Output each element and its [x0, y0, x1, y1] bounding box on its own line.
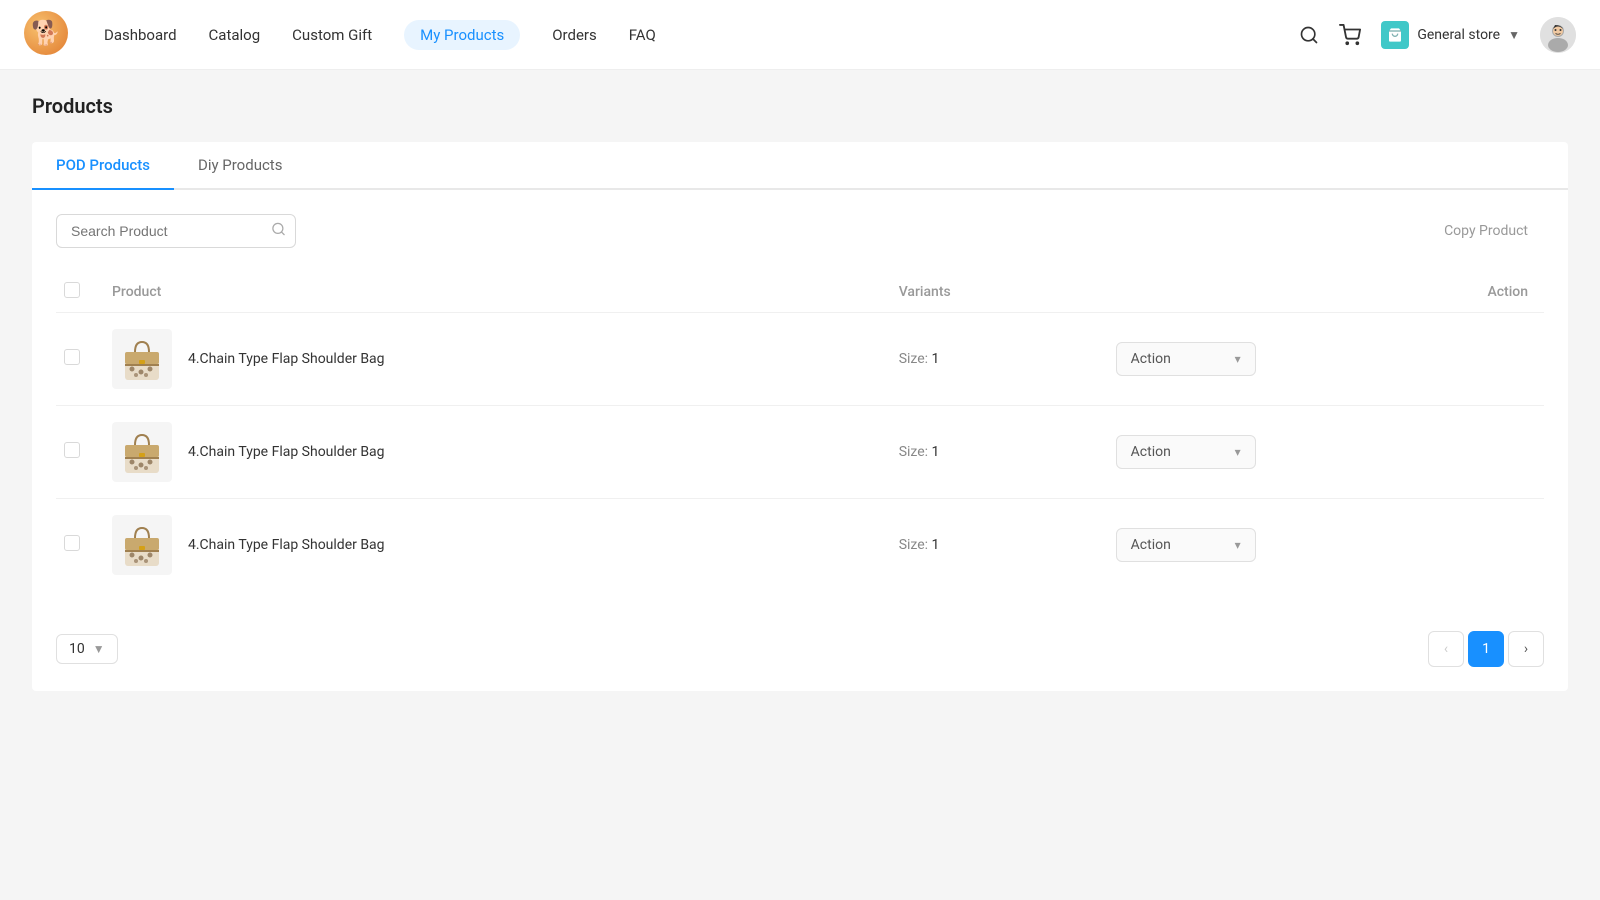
row-checkbox-0[interactable]	[64, 349, 80, 365]
main-content: Products POD Products Diy Products Copy …	[0, 70, 1600, 900]
nav-faq[interactable]: FAQ	[629, 22, 656, 48]
row-action-cell: Action ▾	[1100, 499, 1544, 592]
copy-product-button[interactable]: Copy Product	[1428, 215, 1544, 247]
row-checkbox-cell	[56, 313, 96, 406]
row-variants-cell: Size: 1	[883, 406, 1100, 499]
cart-icon[interactable]	[1339, 24, 1361, 46]
row-product-cell: 4.Chain Type Flap Shoulder Bag	[96, 406, 883, 499]
tab-diy-products[interactable]: Diy Products	[174, 142, 307, 190]
logo[interactable]: 🐕	[24, 11, 72, 59]
row-checkbox-2[interactable]	[64, 535, 80, 551]
page-1-button[interactable]: 1	[1468, 631, 1504, 667]
product-image-1	[112, 422, 172, 482]
pagination-controls: ‹ 1 ›	[1428, 631, 1544, 667]
col-checkbox	[56, 272, 96, 313]
row-checkbox-1[interactable]	[64, 442, 80, 458]
action-dropdown-1[interactable]: Action ▾	[1116, 435, 1256, 469]
row-checkbox-cell	[56, 499, 96, 592]
header-right: General store ▼	[1299, 17, 1576, 53]
action-dropdown-0[interactable]: Action ▾	[1116, 342, 1256, 376]
row-product-cell: 4.Chain Type Flap Shoulder Bag	[96, 313, 883, 406]
store-selector[interactable]: General store ▼	[1381, 21, 1520, 49]
row-variants-cell: Size: 1	[883, 499, 1100, 592]
row-product-name-0: 4.Chain Type Flap Shoulder Bag	[188, 351, 385, 367]
search-button[interactable]	[271, 222, 286, 241]
tabs-container: POD Products Diy Products	[32, 142, 1568, 190]
row-action-cell: Action ▾	[1100, 313, 1544, 406]
header: 🐕 Dashboard Catalog Custom Gift My Produ…	[0, 0, 1600, 70]
action-chevron-1: ▾	[1235, 445, 1241, 459]
row-checkbox-cell	[56, 406, 96, 499]
col-variants: Variants	[883, 272, 1100, 313]
col-product: Product	[96, 272, 883, 313]
nav-custom-gift[interactable]: Custom Gift	[292, 22, 372, 48]
table-row: 4.Chain Type Flap Shoulder Bag Size: 1 A…	[56, 499, 1544, 592]
page-size-value: 10	[69, 641, 85, 657]
tab-pod-products[interactable]: POD Products	[32, 142, 174, 190]
col-action: Action	[1100, 272, 1544, 313]
action-label-1: Action	[1131, 444, 1171, 460]
table-row: 4.Chain Type Flap Shoulder Bag Size: 1 A…	[56, 406, 1544, 499]
pagination-bar: 10 ▼ ‹ 1 ›	[56, 615, 1544, 667]
table-row: 4.Chain Type Flap Shoulder Bag Size: 1 A…	[56, 313, 1544, 406]
row-action-cell: Action ▾	[1100, 406, 1544, 499]
select-all-checkbox[interactable]	[64, 282, 80, 298]
row-product-name-1: 4.Chain Type Flap Shoulder Bag	[188, 444, 385, 460]
row-product-cell: 4.Chain Type Flap Shoulder Bag	[96, 499, 883, 592]
avatar[interactable]	[1540, 17, 1576, 53]
product-image-0	[112, 329, 172, 389]
row-product-name-2: 4.Chain Type Flap Shoulder Bag	[188, 537, 385, 553]
page-size-chevron: ▼	[93, 642, 105, 656]
row-variants-cell: Size: 1	[883, 313, 1100, 406]
nav-dashboard[interactable]: Dashboard	[104, 22, 177, 48]
action-chevron-0: ▾	[1235, 352, 1241, 366]
search-icon[interactable]	[1299, 25, 1319, 45]
toolbar: Copy Product	[56, 214, 1544, 248]
prev-icon: ‹	[1444, 641, 1448, 657]
product-image-2	[112, 515, 172, 575]
next-icon: ›	[1524, 641, 1528, 657]
store-dropdown-icon: ▼	[1508, 28, 1520, 42]
next-page-button[interactable]: ›	[1508, 631, 1544, 667]
content-panel: Copy Product Product Variants Action	[32, 190, 1568, 691]
action-label-2: Action	[1131, 537, 1171, 553]
products-table: Product Variants Action	[56, 272, 1544, 591]
action-label-0: Action	[1131, 351, 1171, 367]
page-size-select[interactable]: 10 ▼	[56, 634, 118, 664]
nav-orders[interactable]: Orders	[552, 22, 597, 48]
store-name: General store	[1417, 27, 1500, 43]
nav-my-products[interactable]: My Products	[404, 20, 520, 50]
search-wrapper	[56, 214, 296, 248]
action-dropdown-2[interactable]: Action ▾	[1116, 528, 1256, 562]
action-chevron-2: ▾	[1235, 538, 1241, 552]
prev-page-button[interactable]: ‹	[1428, 631, 1464, 667]
page-title: Products	[32, 94, 1568, 118]
search-input[interactable]	[56, 214, 296, 248]
store-bag-icon	[1381, 21, 1409, 49]
nav-catalog[interactable]: Catalog	[209, 22, 261, 48]
main-nav: Dashboard Catalog Custom Gift My Product…	[104, 20, 1299, 50]
